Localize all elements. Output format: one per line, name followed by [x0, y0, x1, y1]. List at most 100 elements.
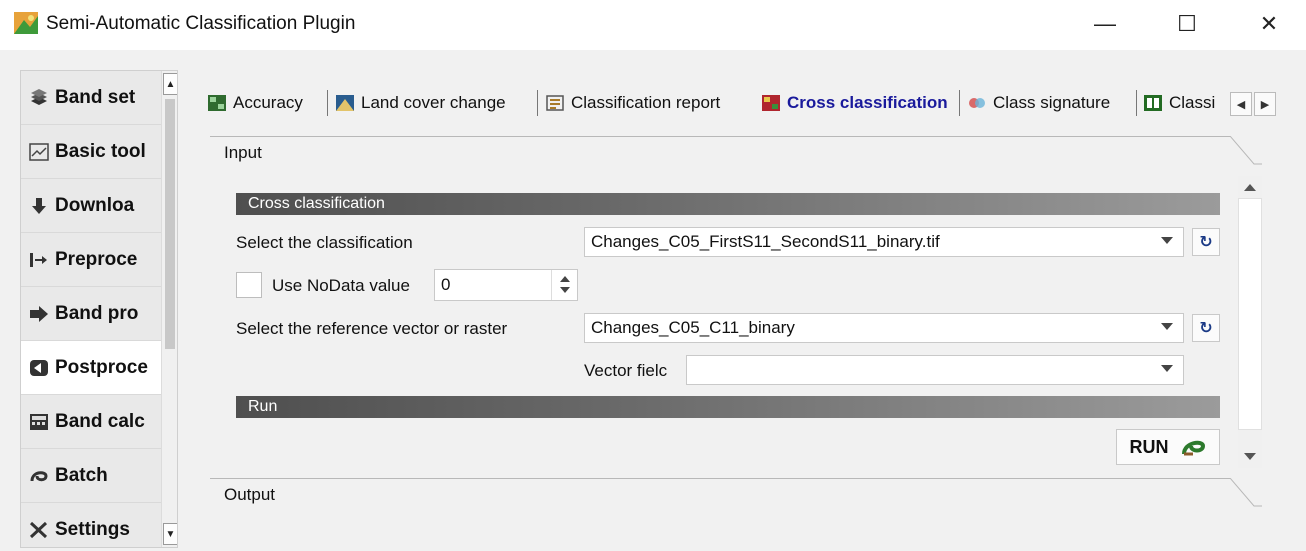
sidebar-item-label: Band pro: [55, 302, 139, 324]
use-nodata-label: Use NoData value: [272, 276, 410, 295]
tab-separator: [537, 90, 538, 116]
basic-tools-icon: [29, 142, 49, 161]
scroll-down-icon[interactable]: ▼: [163, 523, 177, 545]
nodata-checkbox[interactable]: [236, 272, 262, 298]
scroll-down-icon[interactable]: [1244, 453, 1256, 460]
tab-classification-report[interactable]: Classification report: [546, 86, 746, 120]
cross-classification-icon: [762, 95, 780, 111]
select-classification-label: Select the classification: [236, 233, 413, 252]
band-set-icon: [31, 88, 47, 105]
sidebar: Band set Basic tool Downloa Preproce Ban…: [20, 70, 178, 548]
tab-accuracy[interactable]: Accuracy: [208, 86, 320, 120]
reference-value: Changes_C05_C11_binary: [591, 318, 795, 337]
nodata-spinbox[interactable]: 0: [434, 269, 578, 301]
sidebar-item-preprocessing[interactable]: Preproce: [21, 233, 161, 287]
sidebar-item-band-processing[interactable]: Band pro: [21, 287, 161, 341]
sidebar-item-label: Settings: [55, 518, 130, 540]
sidebar-scrollbar[interactable]: ▲ ▼: [161, 71, 177, 547]
sidebar-item-label: Postproce: [55, 356, 148, 378]
run-button[interactable]: RUN: [1116, 429, 1220, 465]
nodata-value: 0: [441, 275, 451, 294]
scroll-up-icon[interactable]: [1244, 184, 1256, 191]
band-processing-icon: [30, 305, 48, 322]
classification-value: Changes_C05_FirstS11_SecondS11_binary.ti…: [591, 232, 940, 251]
sidebar-item-band-calc[interactable]: Band calc: [21, 395, 161, 449]
classification-report-icon: [546, 95, 564, 111]
settings-icon: [29, 521, 48, 538]
tab-label: Land cover change: [361, 93, 506, 112]
minimize-icon: —: [1094, 11, 1116, 36]
chevron-down-icon: [1161, 323, 1173, 330]
band-calc-icon: [30, 413, 48, 430]
vector-field-label: Vector fielc: [584, 361, 668, 380]
tab-bar: Accuracy Land cover change Classificatio…: [208, 86, 1283, 120]
chevron-down-icon: [1161, 365, 1173, 372]
tab-classification-partial[interactable]: Classi: [1144, 86, 1226, 120]
sidebar-item-download[interactable]: Downloa: [21, 179, 161, 233]
sidebar-item-label: Basic tool: [55, 140, 146, 162]
tab-label: Accuracy: [233, 93, 303, 112]
vector-field-combo[interactable]: [686, 355, 1184, 385]
tab-label: Class signature: [993, 93, 1111, 112]
reference-combo[interactable]: Changes_C05_C11_binary: [584, 313, 1184, 343]
cross-classification-header: Cross classification: [236, 193, 1220, 215]
sidebar-item-settings[interactable]: Settings: [21, 503, 161, 547]
output-section-label[interactable]: Output: [224, 485, 275, 505]
tab-label: Cross classification: [787, 93, 948, 112]
spin-arrows[interactable]: [551, 270, 577, 300]
sidebar-item-basic-tools[interactable]: Basic tool: [21, 125, 161, 179]
tab-scroll-left-icon[interactable]: ◀: [1230, 92, 1252, 116]
scroll-up-icon[interactable]: ▲: [163, 73, 177, 95]
tab-scroll-right-icon[interactable]: ▶: [1254, 92, 1276, 116]
preprocessing-icon: [30, 252, 47, 267]
classification-icon: [1144, 95, 1162, 111]
sidebar-item-postprocessing[interactable]: Postproce: [21, 341, 161, 395]
minimize-button[interactable]: —: [1085, 8, 1125, 40]
tab-class-signature[interactable]: Class signature: [968, 86, 1128, 120]
divider-tail: [1230, 136, 1262, 165]
sidebar-item-label: Band calc: [55, 410, 145, 432]
batch-icon: [30, 470, 48, 481]
tab-separator: [1136, 90, 1137, 116]
scroll-track[interactable]: [1238, 198, 1262, 430]
divider-tail: [1230, 478, 1262, 507]
sidebar-item-band-set[interactable]: Band set: [21, 71, 161, 125]
postprocessing-icon: [30, 359, 48, 376]
tab-land-cover-change[interactable]: Land cover change: [336, 86, 526, 120]
scroll-thumb[interactable]: [165, 99, 175, 349]
refresh-icon: ↻: [1199, 320, 1213, 337]
close-icon: ✕: [1259, 11, 1279, 36]
app-icon: [14, 12, 38, 34]
download-icon: [32, 197, 46, 214]
title-bar: Semi-Automatic Classification Plugin — ☐…: [0, 0, 1306, 50]
select-reference-label: Select the reference vector or raster: [236, 319, 508, 338]
refresh-reference-button[interactable]: ↻: [1192, 314, 1220, 342]
accuracy-icon: [208, 95, 226, 111]
classification-combo[interactable]: Changes_C05_FirstS11_SecondS11_binary.ti…: [584, 227, 1184, 257]
divider: [210, 136, 1230, 137]
run-header: Run: [236, 396, 1220, 418]
tab-label: Classification report: [571, 93, 721, 112]
sidebar-item-label: Downloa: [55, 194, 135, 216]
spin-down-icon[interactable]: [560, 287, 570, 293]
maximize-icon: ☐: [1177, 11, 1197, 36]
panel-scrollbar[interactable]: [1238, 176, 1262, 468]
input-section-label[interactable]: Input: [224, 143, 262, 163]
maximize-button[interactable]: ☐: [1167, 8, 1207, 40]
sidebar-item-label: Preproce: [55, 248, 138, 270]
refresh-classification-button[interactable]: ↻: [1192, 228, 1220, 256]
sidebar-item-batch[interactable]: Batch: [21, 449, 161, 503]
tab-cross-classification[interactable]: Cross classification: [762, 86, 955, 120]
tab-label: Classi: [1169, 93, 1216, 112]
sidebar-item-label: Batch: [55, 464, 108, 486]
class-signature-icon: [969, 98, 985, 108]
refresh-icon: ↻: [1199, 234, 1213, 251]
spin-up-icon[interactable]: [560, 276, 570, 282]
run-icon: [1181, 440, 1205, 456]
divider: [210, 478, 1230, 479]
close-button[interactable]: ✕: [1249, 8, 1289, 40]
cross-classification-panel: Input Cross classification Select the cl…: [210, 126, 1262, 546]
tab-separator: [959, 90, 960, 116]
run-label: RUN: [1129, 436, 1169, 457]
chevron-down-icon: [1161, 237, 1173, 244]
